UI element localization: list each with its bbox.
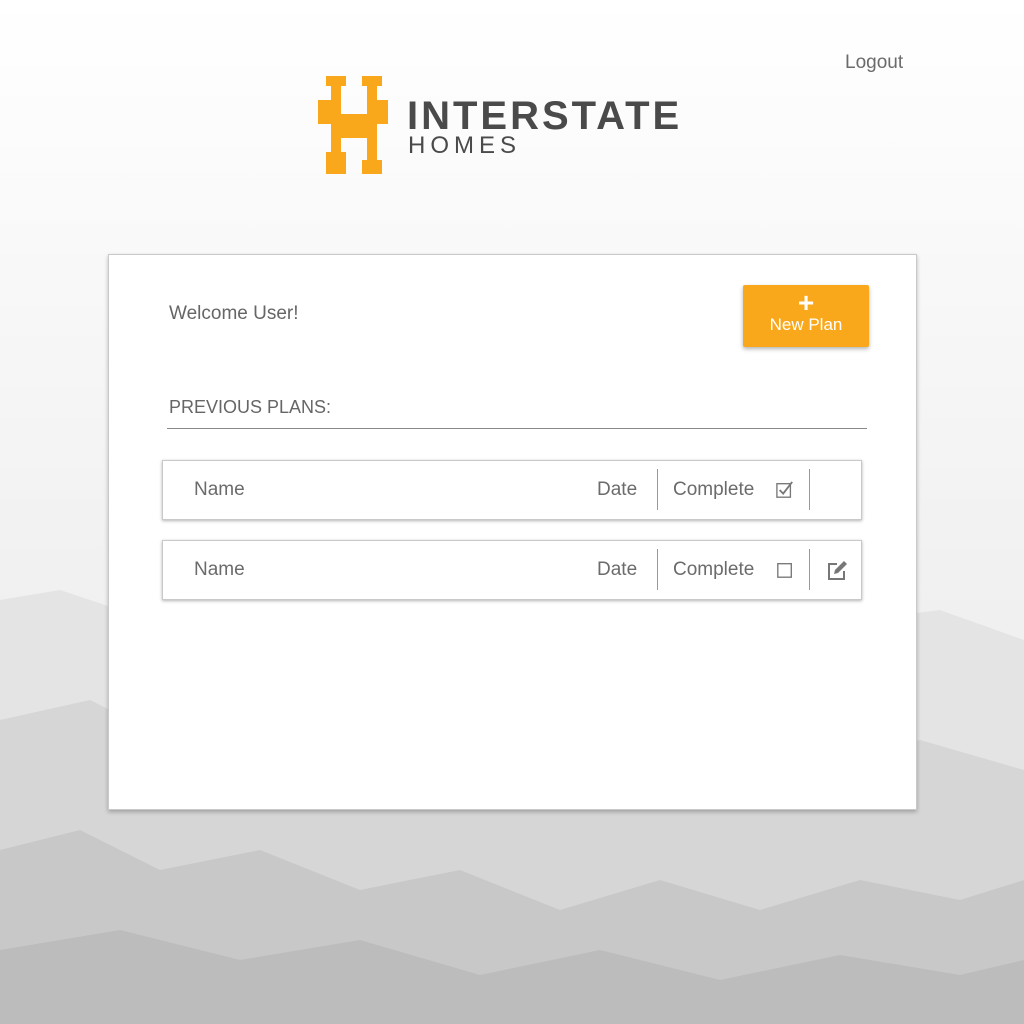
complete-label: Complete — [673, 559, 755, 580]
plan-name: Name — [194, 559, 245, 580]
plan-name: Name — [194, 479, 245, 500]
brand-name-line2: HOMES — [408, 132, 522, 159]
checked-checkbox-icon[interactable] — [776, 481, 794, 499]
plan-date: Date — [597, 479, 638, 500]
row-divider — [657, 469, 658, 510]
edit-icon[interactable] — [826, 560, 848, 582]
plans-card: Welcome User! + New Plan PREVIOUS PLANS:… — [108, 254, 917, 810]
welcome-message: Welcome User! — [169, 303, 299, 324]
section-divider — [167, 428, 867, 429]
plan-row[interactable]: Name Date Complete — [162, 540, 862, 600]
logo-h-mark — [318, 76, 388, 174]
unchecked-checkbox-icon[interactable] — [776, 561, 794, 579]
row-divider — [657, 549, 658, 590]
plan-row[interactable]: Name Date Complete — [162, 460, 862, 520]
new-plan-button[interactable]: + New Plan — [743, 285, 869, 347]
row-divider — [809, 469, 810, 510]
plus-icon: + — [797, 287, 815, 318]
section-title: PREVIOUS PLANS: — [169, 397, 332, 417]
new-plan-label: New Plan — [769, 315, 843, 334]
row-divider — [809, 549, 810, 590]
brand-logo: INTERSTATE HOMES — [316, 76, 716, 176]
brand-name-line1: INTERSTATE — [407, 94, 683, 138]
complete-label: Complete — [673, 479, 755, 500]
plan-date: Date — [597, 559, 638, 580]
logout-link[interactable]: Logout — [845, 52, 903, 74]
